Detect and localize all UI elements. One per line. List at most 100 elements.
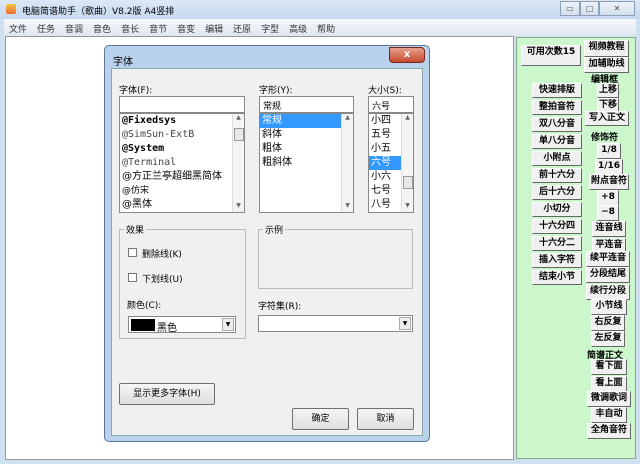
menu-8[interactable]: 还原: [228, 19, 256, 36]
color-label: 颜色(C):: [127, 301, 162, 311]
list-item[interactable]: 斜体: [260, 128, 353, 142]
panel-button[interactable]: 结束小节: [532, 270, 582, 285]
barline-button[interactable]: 小节线: [591, 299, 627, 315]
minus8-button[interactable]: −8: [597, 205, 619, 221]
font-label: 字体(F):: [119, 86, 153, 96]
list-item[interactable]: 粗体: [260, 142, 353, 156]
style-input[interactable]: 常规: [259, 96, 354, 113]
style-label: 字形(Y):: [259, 86, 293, 96]
panel-button[interactable]: 快速排版: [532, 83, 582, 98]
panel-button[interactable]: 十六分二: [532, 236, 582, 251]
font-list-scrollbar[interactable]: ▲ ▼: [232, 114, 244, 212]
ok-button[interactable]: 确定: [292, 408, 349, 430]
chevron-down-icon[interactable]: ▼: [399, 317, 411, 330]
eighth-button[interactable]: 1/8: [597, 143, 621, 159]
sample-group: 示例: [258, 223, 413, 289]
video-tutorial-button[interactable]: 视频教程: [584, 40, 629, 57]
move-up-button[interactable]: 上移: [597, 83, 619, 98]
list-item[interactable]: @仿宋: [120, 184, 244, 198]
tie-button[interactable]: 连音线: [592, 221, 626, 237]
strikeout-label: 删除线(K): [142, 250, 182, 260]
cont-flat-tie-button[interactable]: 续平连音: [586, 251, 630, 267]
panel-button[interactable]: 插入字符: [532, 253, 582, 268]
left-repeat-button[interactable]: 左反复: [591, 331, 625, 347]
dialog-body: 字体(F): @Fixedsys @SimSun-ExtB @System @Term…: [111, 68, 423, 436]
strikeout-checkbox[interactable]: [128, 248, 137, 257]
underline-label: 下划线(U): [142, 275, 183, 285]
panel-button[interactable]: 前十六分: [532, 168, 582, 183]
write-body-button[interactable]: 写入正文: [585, 111, 629, 126]
charset-select[interactable]: ▼: [258, 315, 413, 332]
sixteenth-button[interactable]: 1/16: [595, 159, 623, 175]
list-item[interactable]: @SimSun-ExtB: [120, 128, 244, 142]
underline-checkbox[interactable]: [128, 273, 137, 282]
color-swatch: [131, 319, 155, 331]
list-item[interactable]: 常规: [260, 114, 353, 128]
see-above-button[interactable]: 看上面: [591, 376, 627, 392]
panel-button[interactable]: 小切分: [532, 202, 582, 217]
plus8-button[interactable]: +8: [597, 190, 619, 206]
menu-6[interactable]: 音变: [172, 19, 200, 36]
menu-0[interactable]: 文件: [4, 19, 32, 36]
color-value: 黑色: [157, 323, 177, 334]
fine-tune-lyrics-button[interactable]: 微调歌词: [587, 391, 631, 407]
panel-button[interactable]: 双八分音: [532, 117, 582, 132]
auto-button[interactable]: 丰自动: [591, 407, 627, 423]
see-below-button[interactable]: 看下面: [591, 359, 627, 375]
effects-group: 效果 删除线(K) 下划线(U) 颜色(C): 黑色 ▼: [119, 223, 246, 339]
menu-10[interactable]: 高级: [284, 19, 312, 36]
menu-3[interactable]: 音色: [88, 19, 116, 36]
minimize-button[interactable]: ▭: [560, 1, 580, 16]
menu-1[interactable]: 任务: [32, 19, 60, 36]
dialog-close-button[interactable]: x: [389, 47, 425, 63]
show-more-fonts-button[interactable]: 显示更多字体(H): [119, 383, 215, 405]
sample-label: 示例: [263, 223, 286, 236]
list-item[interactable]: 粗斜体: [260, 156, 353, 170]
style-list-scrollbar[interactable]: ▲ ▼: [341, 114, 353, 212]
font-dialog: 字体 x 字体(F): @Fixedsys @SimSun-ExtB @System…: [104, 45, 430, 442]
menu-11[interactable]: 帮助: [312, 19, 340, 36]
maximize-button[interactable]: □: [580, 1, 599, 16]
list-item[interactable]: @黑体: [120, 198, 244, 212]
title-bar: 电脑简谱助手（歌曲）V8.2版 A4竖排 ▭ □ ✕: [0, 0, 640, 19]
list-item[interactable]: @方正兰亭超细黑简体: [120, 170, 244, 184]
dotted-note-button[interactable]: 附点音符: [589, 174, 629, 190]
panel-button[interactable]: 单八分音: [532, 134, 582, 149]
size-list-scrollbar[interactable]: ▲ ▼: [401, 114, 413, 212]
cont-section-button[interactable]: 续行分段: [586, 284, 630, 300]
menu-7[interactable]: 编辑: [200, 19, 228, 36]
close-button[interactable]: ✕: [599, 1, 635, 16]
menu-2[interactable]: 音调: [60, 19, 88, 36]
font-list[interactable]: @Fixedsys @SimSun-ExtB @System @Terminal @方正…: [119, 113, 245, 213]
list-item[interactable]: @System: [120, 142, 244, 156]
fullwidth-notes-button[interactable]: 全角音符: [587, 423, 631, 439]
panel-button[interactable]: 整拍音符: [532, 100, 582, 115]
decorator-label: 修饰符: [591, 133, 619, 143]
right-repeat-button[interactable]: 右反复: [591, 315, 625, 331]
size-list[interactable]: 小四 五号 小五 六号 小六 七号 八号 ▲ ▼: [368, 113, 414, 213]
charset-label: 字符集(R):: [258, 302, 302, 312]
menu-9[interactable]: 字型: [256, 19, 284, 36]
app-icon: [6, 4, 16, 14]
panel-button[interactable]: 小附点: [532, 151, 582, 166]
list-item[interactable]: @Terminal: [120, 156, 244, 170]
size-label: 大小(S):: [368, 86, 402, 96]
tool-panel: 可用次数15 视频教程 加辅助线 编辑框 上移 下移 写入正文 修饰符 1/8 1/16 附点音符 +…: [516, 37, 636, 459]
dialog-title: 字体: [113, 57, 133, 68]
panel-button[interactable]: 十六分四: [532, 219, 582, 234]
section-end-button[interactable]: 分段结尾: [586, 267, 630, 283]
menu-bar: 文件 任务 音调 音色 音长 音节 音变 编辑 还原 字型 高级 帮助: [4, 19, 636, 36]
font-input[interactable]: [119, 96, 245, 113]
size-input[interactable]: 六号: [368, 96, 414, 113]
effects-label: 效果: [124, 223, 147, 236]
chevron-down-icon[interactable]: ▼: [222, 318, 234, 331]
list-item[interactable]: @Fixedsys: [120, 114, 244, 128]
panel-button[interactable]: 后十六分: [532, 185, 582, 200]
cancel-button[interactable]: 取消: [357, 408, 414, 430]
style-list[interactable]: 常规 斜体 粗体 粗斜体 ▲ ▼: [259, 113, 354, 213]
add-guides-button[interactable]: 加辅助线: [584, 57, 629, 73]
menu-5[interactable]: 音节: [144, 19, 172, 36]
menu-4[interactable]: 音长: [116, 19, 144, 36]
count-button[interactable]: 可用次数15: [521, 45, 581, 66]
color-select[interactable]: 黑色 ▼: [128, 316, 236, 334]
